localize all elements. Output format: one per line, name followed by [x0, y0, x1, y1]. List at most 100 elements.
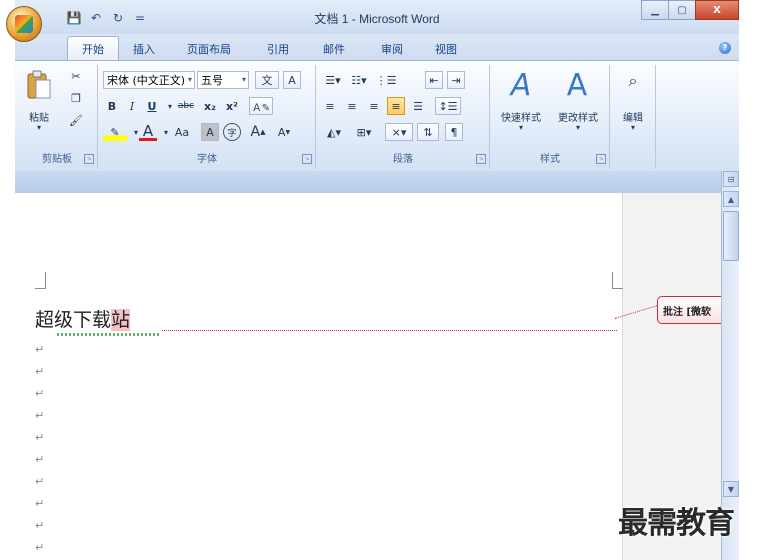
- crop-mark-right: [612, 272, 623, 289]
- tab-review[interactable]: 审阅: [373, 39, 411, 59]
- underline-icon[interactable]: U: [143, 97, 161, 115]
- tab-view[interactable]: 视图: [427, 39, 465, 59]
- document-text[interactable]: 超级下载站: [35, 305, 131, 332]
- clear-formatting-icon[interactable]: Ａ✎: [249, 97, 273, 115]
- paragraph-mark: ↵: [35, 475, 45, 488]
- highlight-color-icon[interactable]: ✎: [103, 123, 127, 141]
- comment-leader-line: [162, 330, 617, 331]
- maximize-button[interactable]: ▢: [668, 0, 696, 20]
- font-group-label: 字体: [197, 154, 217, 165]
- find-icon[interactable]: ⌕: [621, 69, 645, 93]
- format-painter-icon[interactable]: 🖌: [67, 111, 85, 129]
- grow-font-icon[interactable]: A ▲: [249, 123, 267, 141]
- tab-insert[interactable]: 插入: [125, 39, 163, 59]
- line-spacing-icon[interactable]: ↕☰: [435, 97, 461, 115]
- quick-styles-dropdown-icon[interactable]: ▾: [493, 123, 549, 132]
- office-logo-icon: [15, 15, 33, 33]
- align-right-icon[interactable]: ≡: [365, 97, 383, 115]
- numbering-icon[interactable]: ☷▾: [347, 71, 371, 89]
- styles-launcher-icon[interactable]: ↘: [596, 154, 606, 164]
- font-name-value: 宋体 (中文正文): [107, 74, 186, 87]
- multilevel-list-icon[interactable]: ⋮☰: [373, 71, 399, 89]
- character-shading-icon[interactable]: A: [201, 123, 219, 141]
- bullets-icon[interactable]: ☰▾: [321, 71, 345, 89]
- font-size-value: 五号: [201, 74, 223, 87]
- justify-icon[interactable]: ≡: [387, 97, 405, 115]
- shrink-font-icon[interactable]: A ▼: [275, 123, 293, 141]
- tab-references[interactable]: 引用: [259, 39, 297, 59]
- paragraph-mark: ↵: [35, 343, 45, 356]
- paragraph-group: ☰▾ ☷▾ ⋮☰ ⇤ ⇥ ≡ ≡ ≡ ≡ ☰ ↕☰ ◭▾ ⊞▾ ⨯▾ ⇅ ¶ 段…: [317, 65, 490, 169]
- align-left-icon[interactable]: ≡: [321, 97, 339, 115]
- document-page[interactable]: [15, 193, 721, 560]
- font-size-select[interactable]: 五号 ▾: [197, 71, 249, 89]
- clipboard-launcher-icon[interactable]: ↘: [84, 154, 94, 164]
- quick-styles-icon[interactable]: A: [501, 67, 541, 103]
- tab-home[interactable]: 开始: [67, 36, 119, 61]
- align-center-icon[interactable]: ≡: [343, 97, 361, 115]
- ruler-toggle-icon[interactable]: ⊟: [723, 171, 739, 187]
- borders-icon[interactable]: ⊞▾: [351, 123, 377, 141]
- tab-mailings[interactable]: 邮件: [315, 39, 353, 59]
- editing-label[interactable]: 编辑: [611, 109, 655, 124]
- office-button[interactable]: [6, 6, 42, 42]
- character-border-icon[interactable]: A: [283, 71, 301, 89]
- paragraph-mark: ↵: [35, 497, 45, 510]
- paragraph-mark: ↵: [35, 541, 45, 554]
- paragraph-launcher-icon[interactable]: ↘: [476, 154, 486, 164]
- scroll-thumb[interactable]: [723, 211, 739, 261]
- window-controls: ▁ ▢ X: [641, 0, 739, 20]
- quick-styles-label[interactable]: 快速样式: [493, 109, 549, 124]
- chinese-layout-icon[interactable]: ⨯▾: [385, 123, 413, 141]
- scroll-down-icon[interactable]: ▼: [723, 481, 739, 497]
- subscript-icon[interactable]: x₂: [201, 97, 219, 115]
- tab-page-layout[interactable]: 页面布局: [179, 39, 239, 59]
- enclose-characters-icon[interactable]: 字: [223, 123, 241, 141]
- superscript-icon[interactable]: x²: [223, 97, 241, 115]
- close-button[interactable]: X: [695, 0, 739, 20]
- change-styles-dropdown-icon[interactable]: ▾: [549, 123, 607, 132]
- commented-text[interactable]: 站: [111, 309, 131, 331]
- clipboard-group: 粘贴 ▾ ✂ ❐ 🖌 剪贴板 ↘: [17, 65, 98, 169]
- ribbon-tabs: 开始 插入 页面布局 引用 邮件 审阅 视图 ?: [15, 34, 739, 61]
- strikethrough-icon[interactable]: abc: [175, 97, 197, 115]
- distributed-icon[interactable]: ☰: [409, 97, 427, 115]
- crop-mark-left: [35, 272, 46, 289]
- change-case-icon[interactable]: Aa: [169, 123, 195, 141]
- comment-balloon[interactable]: 批注 [微软: [657, 296, 727, 324]
- sort-icon[interactable]: ⇅: [417, 123, 439, 141]
- decrease-indent-icon[interactable]: ⇤: [425, 71, 443, 89]
- font-name-select[interactable]: 宋体 (中文正文) ▾: [103, 71, 195, 89]
- scroll-up-icon[interactable]: ▲: [723, 191, 739, 207]
- phonetic-guide-icon[interactable]: 文: [255, 71, 279, 89]
- editing-dropdown-icon[interactable]: ▾: [611, 123, 655, 132]
- watermark: 最需教育: [618, 506, 735, 541]
- minimize-button[interactable]: ▁: [641, 0, 669, 20]
- shrink-font-glyph: A: [277, 125, 286, 139]
- bold-icon[interactable]: B: [103, 97, 121, 115]
- change-styles-label[interactable]: 更改样式: [549, 109, 607, 124]
- word-window: 💾 ↶ ↻ = 文档 1 - Microsoft Word ▁ ▢ X 开始 插…: [15, 0, 739, 560]
- font-launcher-icon[interactable]: ↘: [302, 154, 312, 164]
- font-color-icon[interactable]: A: [139, 122, 157, 141]
- shading-icon[interactable]: ◭▾: [321, 123, 347, 141]
- paste-label[interactable]: 粘贴: [17, 109, 61, 124]
- show-marks-icon[interactable]: ¶: [445, 123, 463, 141]
- document-text-plain: 超级下载: [35, 309, 112, 331]
- styles-group-label: 样式: [540, 154, 560, 165]
- styles-group: A A 快速样式 更改样式 ▾ ▾ 样式 ↘: [491, 65, 610, 169]
- change-styles-icon[interactable]: A: [557, 67, 597, 103]
- ribbon: 粘贴 ▾ ✂ ❐ 🖌 剪贴板 ↘ 宋体 (中文正文) ▾ 五号 ▾ 文 A B …: [15, 60, 739, 172]
- paragraph-mark: ↵: [35, 519, 45, 532]
- paste-icon[interactable]: [25, 69, 53, 103]
- italic-icon[interactable]: I: [123, 97, 141, 115]
- paste-dropdown-icon[interactable]: ▾: [17, 123, 61, 132]
- help-icon[interactable]: ?: [719, 42, 731, 54]
- increase-indent-icon[interactable]: ⇥: [447, 71, 465, 89]
- paragraph-mark: ↵: [35, 431, 45, 444]
- chevron-down-icon: ▾: [187, 75, 192, 84]
- chevron-down-icon: ▾: [241, 75, 246, 84]
- copy-icon[interactable]: ❐: [67, 89, 85, 107]
- cut-icon[interactable]: ✂: [67, 67, 85, 85]
- ruler-area: [15, 171, 721, 193]
